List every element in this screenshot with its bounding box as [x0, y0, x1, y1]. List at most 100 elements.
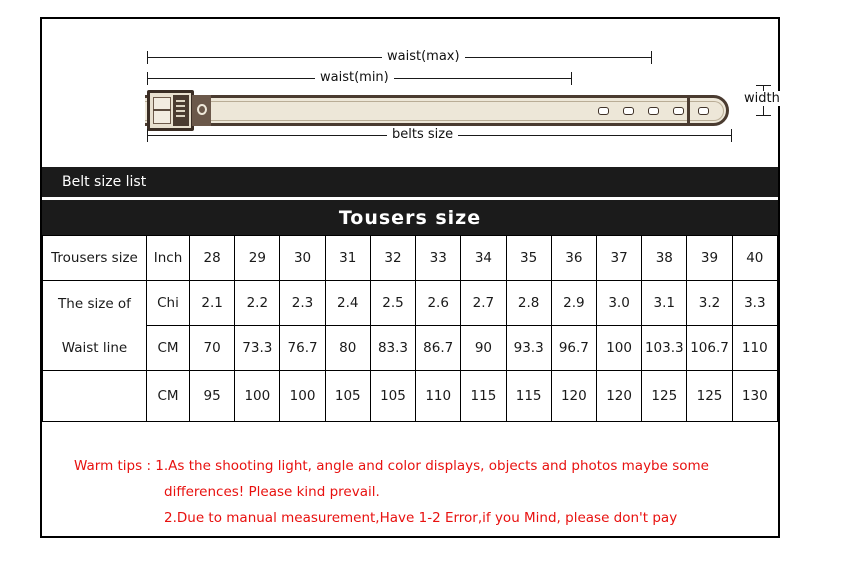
cell-chi-6: 2.7	[460, 280, 507, 326]
table-row-inch: Trousers size Inch 28 29 30 31 32 33 34 …	[42, 235, 779, 281]
cell-inch-3: 31	[324, 235, 371, 281]
cell-chi-11: 3.2	[686, 280, 733, 326]
cell-cm-7: 93.3	[505, 325, 552, 371]
cell-cm-5: 86.7	[415, 325, 462, 371]
table-row-belt-cm: CM 95 100 100 105 105 110 115 115 120 12…	[42, 370, 779, 422]
size-table: Trousers size Inch 28 29 30 31 32 33 34 …	[42, 235, 779, 422]
row-label-size-of: The size of	[58, 295, 131, 312]
row-label-trousers-size: Trousers size	[42, 235, 147, 281]
cell-cm-9: 100	[595, 325, 643, 371]
waist-min-tick-left	[147, 72, 148, 85]
waist-max-label: waist(max)	[382, 50, 465, 64]
belt-hole	[598, 107, 609, 115]
belt-size-list-bar: Belt size list	[42, 167, 778, 197]
cell-inch-6: 34	[460, 235, 507, 281]
warm-tips-line-3: 2.Due to manual measurement,Have 1-2 Err…	[164, 510, 678, 526]
cell-beltcm-8: 120	[550, 370, 597, 422]
cell-cm-10: 103.3	[641, 325, 688, 371]
cell-beltcm-2: 100	[279, 370, 326, 422]
belt-size-chart-page: waist(max) waist(min) belts size width B…	[0, 0, 850, 569]
cell-inch-9: 37	[595, 235, 643, 281]
unit-inch: Inch	[146, 235, 190, 281]
waist-max-tick-left	[147, 51, 148, 64]
warm-tips-line-2: differences! Please kind prevail.	[164, 484, 380, 500]
cell-chi-1: 2.2	[234, 280, 281, 326]
cell-cm-12: 110	[731, 325, 779, 371]
warm-tips: Warm tips : 1.As the shooting light, ang…	[42, 453, 778, 531]
table-row-chi: The size of Waist line Chi 2.1 2.2 2.3 2…	[42, 280, 779, 371]
cell-chi-5: 2.6	[415, 280, 462, 326]
belt-hole	[648, 107, 659, 115]
cell-beltcm-10: 125	[641, 370, 688, 422]
belt-hole	[698, 107, 709, 115]
cell-beltcm-3: 105	[324, 370, 371, 422]
cell-cm-3: 80	[324, 325, 371, 371]
buckle-bar	[153, 109, 171, 111]
cell-inch-1: 29	[234, 235, 281, 281]
cell-beltcm-12: 130	[731, 370, 779, 422]
cell-cm-8: 96.7	[550, 325, 597, 371]
cell-beltcm-7: 115	[505, 370, 552, 422]
width-tick-bottom	[756, 115, 771, 116]
cell-chi-10: 3.1	[641, 280, 688, 326]
cell-cm-6: 90	[460, 325, 507, 371]
belt-strap	[145, 95, 705, 126]
unit-chi: Chi	[146, 280, 190, 326]
cell-beltcm-5: 110	[415, 370, 462, 422]
cell-beltcm-0: 95	[188, 370, 236, 422]
cell-beltcm-11: 125	[686, 370, 733, 422]
cell-inch-7: 35	[505, 235, 552, 281]
waist-max-tick-right	[651, 51, 652, 64]
cell-beltcm-1: 100	[234, 370, 281, 422]
cell-chi-7: 2.8	[505, 280, 552, 326]
cell-inch-0: 28	[188, 235, 236, 281]
waist-min-tick-right	[571, 72, 572, 85]
cell-inch-2: 30	[279, 235, 326, 281]
buckle-grip-line	[176, 115, 185, 117]
cell-chi-12: 3.3	[731, 280, 779, 326]
cell-chi-2: 2.3	[279, 280, 326, 326]
belts-size-label: belts size	[387, 128, 459, 142]
belts-size-tick-right	[731, 129, 732, 142]
belt-strap-stitch-bottom	[145, 120, 705, 121]
width-label: width	[742, 91, 782, 106]
row-label-empty	[42, 370, 147, 422]
cell-chi-9: 3.0	[595, 280, 643, 326]
cell-chi-8: 2.9	[550, 280, 597, 326]
cell-cm-11: 106.7	[686, 325, 733, 371]
buckle-prong-hole	[197, 104, 207, 115]
waist-min-label: waist(min)	[315, 71, 394, 85]
cell-cm-2: 76.7	[279, 325, 326, 371]
unit-cm2: CM	[146, 370, 190, 422]
cell-chi-3: 2.4	[324, 280, 371, 326]
cell-chi-0: 2.1	[188, 280, 236, 326]
cell-beltcm-6: 115	[460, 370, 507, 422]
cell-inch-4: 32	[369, 235, 417, 281]
cell-chi-4: 2.5	[369, 280, 417, 326]
cell-cm-4: 83.3	[369, 325, 417, 371]
buckle-grip-line	[176, 105, 185, 107]
unit-cm: CM	[146, 325, 190, 371]
belts-size-tick-left	[147, 129, 148, 142]
buckle-grip-line	[176, 110, 185, 112]
chart-frame: waist(max) waist(min) belts size width B…	[40, 17, 782, 538]
table-title: Tousers size	[338, 206, 482, 229]
table-title-bar: Tousers size	[42, 200, 778, 235]
belt-strap-stitch-top	[145, 101, 705, 102]
row-label-waist-size: The size of Waist line	[42, 280, 147, 371]
cell-cm-1: 73.3	[234, 325, 281, 371]
cell-cm-0: 70	[188, 325, 236, 371]
cell-inch-5: 33	[415, 235, 462, 281]
cell-inch-10: 38	[641, 235, 688, 281]
width-tick-top	[756, 85, 771, 86]
cell-inch-12: 40	[731, 235, 779, 281]
buckle-grip-line	[176, 100, 185, 102]
warm-tips-line-1: Warm tips : 1.As the shooting light, ang…	[74, 458, 709, 474]
belt-hole	[673, 107, 684, 115]
belt-size-list-label: Belt size list	[62, 174, 147, 190]
table-row-cm: CM 70 73.3 76.7 80 83.3 86.7 90 93.3 96.…	[43, 325, 779, 371]
belt-hole	[623, 107, 634, 115]
cell-beltcm-9: 120	[595, 370, 643, 422]
row-label-waist-line: Waist line	[61, 339, 128, 356]
cell-inch-11: 39	[686, 235, 733, 281]
